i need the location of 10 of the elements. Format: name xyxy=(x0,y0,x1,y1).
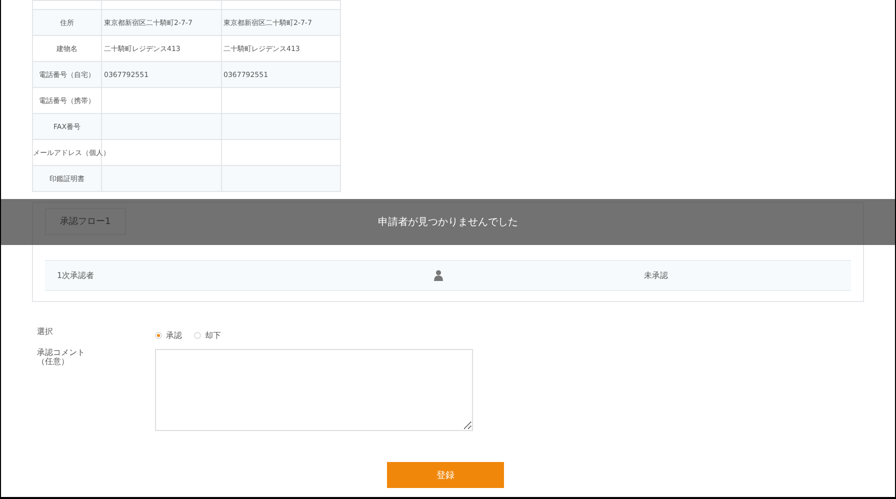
approval-status: 未承認 xyxy=(643,270,669,281)
choice-label: 選択 xyxy=(37,326,54,338)
comment-label: 承認コメント xyxy=(37,348,85,357)
user-icon xyxy=(434,270,443,281)
toast-message: 申請者が見つかりませんでした xyxy=(378,216,518,229)
radio-option[interactable]: 却下 xyxy=(194,330,221,341)
approver-role: 1次承認者 xyxy=(57,270,96,281)
radio-option[interactable]: 承認 xyxy=(155,330,182,341)
comment-label: （任意） xyxy=(37,356,69,366)
comment-field[interactable] xyxy=(155,349,473,431)
